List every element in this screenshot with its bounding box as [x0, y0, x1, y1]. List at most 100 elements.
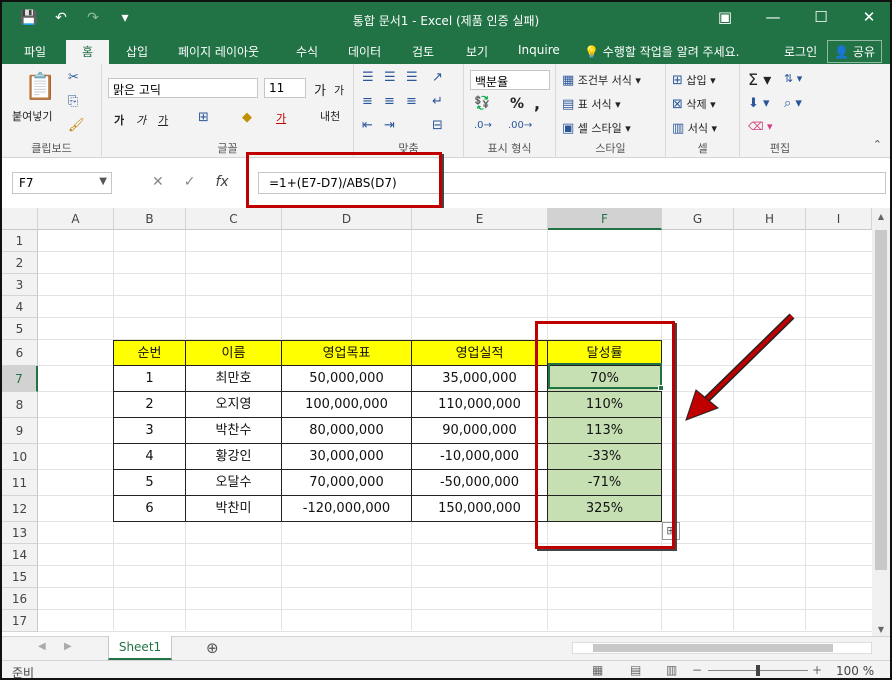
table-row-5-seq[interactable]: 5 — [113, 470, 186, 496]
scroll-up-icon[interactable]: ▲ — [872, 212, 890, 221]
conditional-formatting-button[interactable]: ▦ 조건부 서식 ▾ — [562, 72, 641, 88]
phonetic-button[interactable]: 내천 — [320, 108, 340, 124]
tab-review[interactable]: 검토 — [412, 43, 434, 60]
table-row-1-seq[interactable]: 1 — [113, 366, 186, 392]
table-row-2-seq[interactable]: 2 — [113, 392, 186, 418]
fill-icon[interactable]: ⬇ ▾ — [748, 96, 770, 111]
tell-me-box[interactable]: 💡 수행할 작업을 알려 주세요. — [584, 43, 739, 60]
align-center-icon[interactable]: ≡ — [384, 94, 395, 109]
table-row-6-name[interactable]: 박찬미 — [186, 496, 282, 522]
table-row-1-name[interactable]: 최만호 — [186, 366, 282, 392]
signin-link[interactable]: 로그인 — [784, 40, 817, 63]
minimize-button[interactable]: — — [762, 8, 784, 26]
header-cell-actual[interactable]: 영업실적 — [412, 340, 548, 366]
table-row-3-seq[interactable]: 3 — [113, 418, 186, 444]
decrease-indent-icon[interactable]: ⇤ — [362, 118, 373, 133]
horizontal-scroll-thumb[interactable] — [593, 644, 833, 652]
table-row-2-name[interactable]: 오지영 — [186, 392, 282, 418]
copy-icon[interactable]: ⎘ — [68, 94, 78, 109]
table-row-4-seq[interactable]: 4 — [113, 444, 186, 470]
table-row-3-target[interactable]: 80,000,000 — [282, 418, 412, 444]
tab-data[interactable]: 데이터 — [348, 43, 381, 60]
row-header-10[interactable]: 10 — [2, 444, 38, 470]
clear-icon[interactable]: ⌫ ▾ — [748, 120, 773, 133]
worksheet-grid[interactable]: A B C D E F G H I 1 2 3 4 5 6 7 8 9 10 11 12 13 14 15 1… — [2, 208, 872, 632]
column-header-e[interactable]: E — [412, 208, 548, 230]
italic-button[interactable]: 가 — [136, 112, 146, 128]
page-layout-view-icon[interactable]: ▤ — [630, 663, 641, 677]
zoom-in-icon[interactable]: + — [812, 663, 822, 677]
border-icon[interactable]: ⊞ — [198, 110, 209, 125]
tab-view[interactable]: 보기 — [466, 43, 488, 60]
table-row-2-target[interactable]: 100,000,000 — [282, 392, 412, 418]
format-painter-icon[interactable]: 🖌 — [68, 118, 85, 133]
header-cell-target[interactable]: 영업목표 — [282, 340, 412, 366]
row-header-3[interactable]: 3 — [2, 274, 38, 296]
number-format-dropdown[interactable]: 백분율 — [470, 70, 550, 90]
vertical-scrollbar[interactable]: ▲ ▼ — [872, 208, 890, 638]
table-row-4-name[interactable]: 황강인 — [186, 444, 282, 470]
column-header-b[interactable]: B — [114, 208, 186, 230]
align-bottom-icon[interactable]: ☰ — [406, 70, 418, 85]
table-row-6-actual[interactable]: 150,000,000 — [412, 496, 548, 522]
underline-button[interactable]: 가 — [158, 112, 168, 128]
sheet-tab-sheet1[interactable]: Sheet1 — [108, 636, 172, 660]
align-top-icon[interactable]: ☰ — [362, 70, 374, 85]
horizontal-scrollbar[interactable] — [572, 642, 872, 654]
grow-font-button[interactable]: 가 — [314, 80, 326, 99]
align-left-icon[interactable]: ≡ — [362, 94, 373, 109]
row-header-15[interactable]: 15 — [2, 566, 38, 588]
table-row-4-target[interactable]: 30,000,000 — [282, 444, 412, 470]
table-row-2-actual[interactable]: 110,000,000 — [412, 392, 548, 418]
insert-cells-button[interactable]: ⊞ 삽입 ▾ — [672, 72, 716, 88]
row-header-12[interactable]: 12 — [2, 496, 38, 522]
zoom-slider[interactable] — [708, 665, 808, 676]
row-header-16[interactable]: 16 — [2, 588, 38, 610]
tab-home[interactable]: 홈 — [66, 40, 110, 64]
paste-icon[interactable]: 📋 — [24, 72, 56, 102]
orientation-icon[interactable]: ↗ — [432, 70, 443, 85]
zoom-level[interactable]: 100 % — [836, 664, 874, 678]
header-cell-seq[interactable]: 순번 — [113, 340, 186, 366]
font-name-dropdown[interactable]: 맑은 고딕 — [108, 78, 258, 98]
increase-decimal-icon[interactable]: .0→ — [474, 120, 492, 131]
enter-icon[interactable]: ✓ — [184, 174, 196, 190]
percent-button[interactable]: % — [510, 96, 524, 112]
table-row-4-actual[interactable]: -10,000,000 — [412, 444, 548, 470]
wrap-text-icon[interactable]: ↵ — [432, 94, 443, 109]
insert-function-icon[interactable]: fx — [215, 174, 228, 190]
add-sheet-icon[interactable]: ⊕ — [206, 639, 219, 657]
row-header-4[interactable]: 4 — [2, 296, 38, 318]
paste-button[interactable]: 붙여넣기 — [12, 108, 52, 124]
normal-view-icon[interactable]: ▦ — [592, 663, 603, 677]
accounting-icon[interactable]: 💱 — [474, 96, 490, 111]
align-middle-icon[interactable]: ☰ — [384, 70, 396, 85]
row-header-14[interactable]: 14 — [2, 544, 38, 566]
font-color-button[interactable]: 가 — [276, 110, 286, 126]
bold-button[interactable]: 가 — [114, 112, 124, 128]
sort-filter-icon[interactable]: ⇅ ▾ — [784, 72, 802, 85]
table-row-6-target[interactable]: -120,000,000 — [282, 496, 412, 522]
maximize-button[interactable]: ☐ — [810, 8, 832, 26]
page-break-view-icon[interactable]: ▥ — [666, 663, 677, 677]
table-row-3-actual[interactable]: 90,000,000 — [412, 418, 548, 444]
row-header-13[interactable]: 13 — [2, 522, 38, 544]
scroll-down-icon[interactable]: ▼ — [872, 625, 890, 634]
column-header-h[interactable]: H — [734, 208, 806, 230]
tab-inquire[interactable]: Inquire — [518, 43, 560, 57]
font-size-dropdown[interactable]: 11 — [264, 78, 306, 98]
table-row-1-target[interactable]: 50,000,000 — [282, 366, 412, 392]
align-right-icon[interactable]: ≡ — [406, 94, 417, 109]
row-header-1[interactable]: 1 — [2, 230, 38, 252]
table-row-1-actual[interactable]: 35,000,000 — [412, 366, 548, 392]
table-row-5-name[interactable]: 오달수 — [186, 470, 282, 496]
sheet-prev-icon[interactable]: ◀ — [38, 641, 46, 652]
select-all-corner[interactable] — [2, 208, 38, 230]
chevron-down-icon[interactable]: ▼ — [99, 176, 107, 187]
row-header-7[interactable]: 7 — [2, 366, 38, 392]
cancel-icon[interactable]: ✕ — [152, 174, 164, 190]
column-header-i[interactable]: I — [806, 208, 872, 230]
column-header-c[interactable]: C — [186, 208, 282, 230]
format-as-table-button[interactable]: ▤ 표 서식 ▾ — [562, 96, 621, 112]
increase-indent-icon[interactable]: ⇥ — [384, 118, 395, 133]
